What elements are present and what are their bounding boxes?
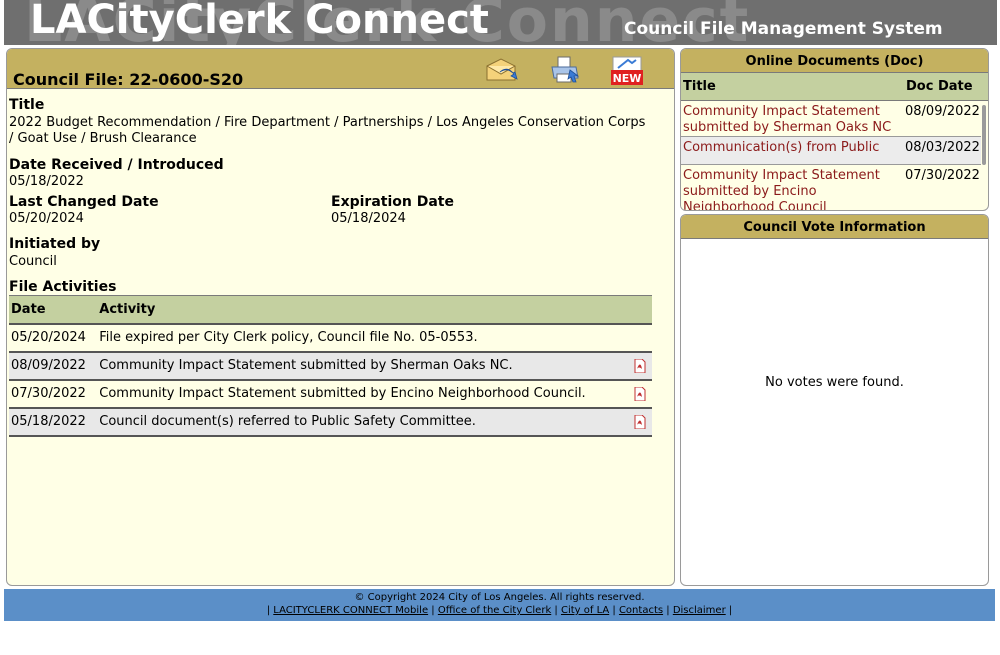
activity-text: Community Impact Statement submitted by … [97,351,629,381]
docs-column-header: Title Doc Date [681,73,988,101]
doc-date: 08/03/2022 [905,140,980,155]
table-row: 05/18/2022 Council document(s) referred … [9,407,652,437]
council-vote-panel: Council Vote Information No votes were f… [680,214,989,586]
page-title: Council File: 22-0600-S20 [13,70,244,89]
council-file-header: Council File: 22-0600-S20 NEW [7,49,674,89]
doc-date: 08/09/2022 [905,104,980,119]
pdf-icon[interactable] [634,386,646,401]
footer-link-city[interactable]: City of LA [561,605,609,616]
table-header-row: Date Activity [9,295,652,325]
new-badge-text: NEW [613,72,642,85]
activity-text: Council document(s) referred to Public S… [97,407,629,437]
footer-link-mobile[interactable]: LACITYCLERK CONNECT Mobile [273,605,428,616]
file-activities-label: File Activities [9,279,117,295]
docs-list[interactable]: Community Impact Statement submitted by … [681,101,988,210]
table-row: 08/09/2022 Community Impact Statement su… [9,351,652,381]
new-icon[interactable]: NEW [610,54,644,86]
no-votes-message: No votes were found. [765,375,904,390]
online-documents-panel: Online Documents (Doc) Title Doc Date Co… [680,48,989,211]
footer-link-disclaimer[interactable]: Disclaimer [673,605,726,616]
docs-col-date: Doc Date [906,79,973,94]
initiated-label: Initiated by [9,236,101,252]
print-icon[interactable] [548,54,582,86]
doc-row[interactable]: Communication(s) from Public 08/03/2022 [681,137,981,165]
activity-text: File expired per City Clerk policy, Coun… [97,323,629,353]
initiated-value: Council [9,254,57,269]
table-row: 05/20/2024 File expired per City Clerk p… [9,323,652,353]
site-subtitle: Council File Management System [624,19,943,39]
activity-date: 05/20/2024 [9,323,98,353]
footer-links: | LACITYCLERK CONNECT Mobile | Office of… [266,605,733,616]
docs-col-title: Title [683,79,716,94]
doc-link[interactable]: Community Impact Statement submitted by … [683,168,903,210]
docs-scrollbar[interactable] [982,105,986,165]
activity-text: Community Impact Statement submitted by … [97,379,629,409]
activity-icon-cell [628,407,652,437]
expiration-value: 05/18/2024 [331,211,406,226]
council-file-panel: Council File: 22-0600-S20 NEW Title 2022… [6,48,675,586]
pdf-icon[interactable] [634,414,646,429]
title-label: Title [9,97,45,113]
pdf-icon[interactable] [634,358,646,373]
title-value: 2022 Budget Recommendation / Fire Depart… [9,115,646,146]
activity-date: 07/30/2022 [9,379,98,409]
activity-icon-cell [628,351,652,381]
file-activities-table: Date Activity 05/20/2024 File expired pe… [9,295,652,437]
doc-link[interactable]: Communication(s) from Public [683,140,903,156]
site-footer: © Copyright 2024 City of Los Angeles. Al… [4,589,995,621]
table-row: 07/30/2022 Community Impact Statement su… [9,379,652,409]
doc-row[interactable]: Community Impact Statement submitted by … [681,165,981,210]
doc-date: 07/30/2022 [905,168,980,183]
doc-link[interactable]: Community Impact Statement submitted by … [683,104,903,136]
date-received-value: 05/18/2022 [9,174,84,189]
col-activity-header: Activity [97,295,629,325]
last-changed-value: 05/20/2024 [9,211,84,226]
activity-icon-cell [628,379,652,409]
footer-link-office[interactable]: Office of the City Clerk [438,605,551,616]
last-changed-label: Last Changed Date [9,194,159,210]
col-icon-header [628,295,652,325]
col-date-header: Date [9,295,98,325]
site-header: LACityClerk Connect LACityClerk Connect … [4,0,997,45]
online-documents-heading: Online Documents (Doc) [681,49,988,73]
activity-date: 08/09/2022 [9,351,98,381]
date-received-label: Date Received / Introduced [9,157,224,173]
email-icon[interactable] [484,54,518,86]
expiration-label: Expiration Date [331,194,454,210]
activity-icon-cell [628,323,652,353]
footer-copyright: © Copyright 2024 City of Los Angeles. Al… [354,592,645,603]
footer-link-contacts[interactable]: Contacts [619,605,663,616]
site-logo[interactable]: LACityClerk Connect [30,0,489,43]
council-vote-heading: Council Vote Information [681,215,988,239]
activity-date: 05/18/2022 [9,407,98,437]
doc-row[interactable]: Community Impact Statement submitted by … [681,101,981,137]
